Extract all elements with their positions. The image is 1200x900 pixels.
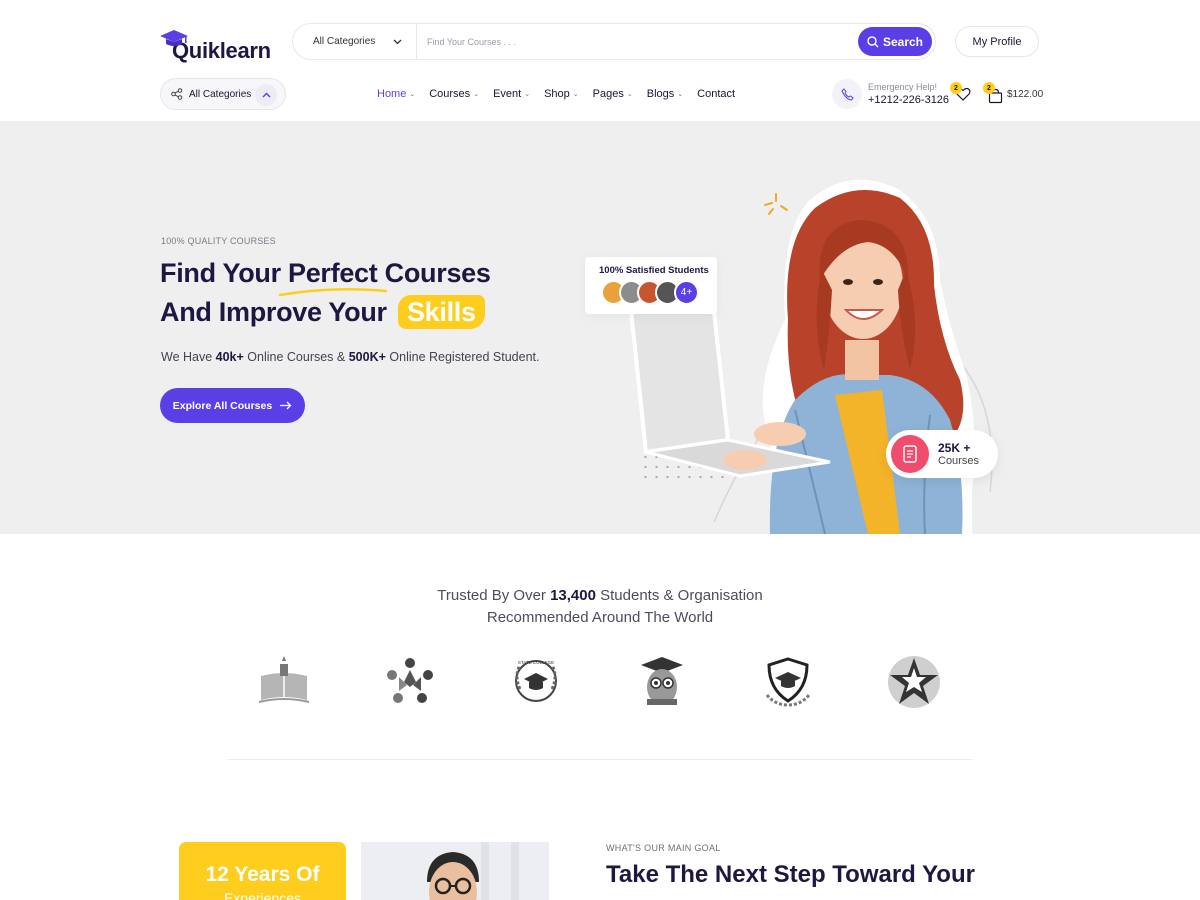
trusted-heading: Trusted By Over 13,400 Students & Organi… [0, 585, 1200, 629]
chevron-down-icon [393, 39, 402, 44]
emergency-label: Emergency Help! [868, 82, 938, 92]
star-badge-logo[interactable] [884, 654, 944, 710]
trusted-text: Trusted By Over [437, 587, 551, 604]
hero-title-text: Find Your [160, 258, 288, 288]
nav-shop-label: Shop [544, 88, 570, 100]
nav-event[interactable]: Event ⌄ [493, 88, 530, 100]
graduation-cap-icon [160, 30, 188, 46]
courses-count: 25K + [938, 441, 971, 455]
nav-contact[interactable]: Contact [697, 88, 735, 100]
share-nodes-icon [171, 88, 183, 100]
years-subtitle: Experiences [223, 890, 302, 900]
cart-button[interactable]: 2 $122.00 [983, 82, 1044, 105]
courses-label: Courses [938, 455, 979, 467]
trusted-count: 13,400 [550, 587, 596, 604]
my-profile-button[interactable]: My Profile [955, 26, 1039, 57]
chevron-down-icon: ⌄ [409, 91, 416, 98]
all-categories-label: All Categories [189, 88, 252, 100]
book-emblem-logo[interactable] [254, 654, 314, 710]
hero-subtitle-stat: 500K+ [348, 350, 386, 364]
hero-title-highlight-text: Perfect [288, 258, 378, 288]
nav-home[interactable]: Home ⌄ [377, 88, 415, 100]
wishlist-button[interactable]: 2 [950, 82, 972, 105]
hero-subtitle-text: Online Registered Student. [385, 350, 540, 364]
emergency-number: +1212-226-3126 [868, 94, 950, 106]
hero-subtitle: We Have 40k+ Online Courses & 500K+ Onli… [161, 350, 540, 364]
cart-count-badge: 2 [983, 82, 995, 94]
years-title: 12 Years Of [205, 863, 320, 886]
hero-title-text: Courses [377, 258, 491, 288]
hero-title-text: And Improve Your [160, 297, 394, 327]
owl-graduate-logo[interactable] [632, 654, 692, 710]
more-students-badge: 4+ [674, 280, 699, 305]
hero-title-highlight-perfect: Perfect [278, 254, 388, 297]
hero-tagline: 100% QUALITY COURSES [161, 236, 276, 246]
nav-courses[interactable]: Courses ⌄ [429, 88, 479, 100]
people-circle-logo[interactable] [380, 654, 440, 710]
hero-title: Find Your Perfect Courses And Improve Yo… [160, 254, 491, 332]
nav-blogs[interactable]: Blogs ⌄ [647, 88, 683, 100]
search-category-select[interactable]: All Categories [293, 24, 417, 59]
satisfied-title: 100% Satisfied Students [599, 265, 709, 276]
search-button-label: Search [882, 34, 924, 49]
trusted-text-line2: Recommended Around The World [486, 609, 714, 626]
cart-total: $122.00 [1007, 88, 1044, 100]
site-header: Quiklearn All Categories Search My Profi… [0, 0, 1200, 122]
shield-cap-logo[interactable] [758, 654, 818, 710]
main-nav: Home ⌄ Courses ⌄ Event ⌄ Shop ⌄ Pages ⌄ Blogs… [377, 88, 749, 100]
instructor-photo [361, 842, 549, 900]
explore-button-label: Explore All Courses [172, 399, 273, 412]
chevron-down-icon: ⌄ [626, 91, 633, 98]
search-bar: All Categories Search [292, 23, 936, 60]
nav-pages[interactable]: Pages ⌄ [593, 88, 633, 100]
nav-contact-label: Contact [697, 88, 736, 100]
student-with-laptop-image [625, 179, 975, 534]
courses-count-card: 25K + Courses [886, 430, 998, 478]
trusted-text: Students & Organisation [595, 587, 763, 604]
chevron-down-icon: ⌄ [677, 91, 684, 98]
hero-section: 100% QUALITY COURSES Find Your Perfect C… [0, 122, 1200, 534]
nav-home-label: Home [377, 88, 407, 100]
state-college-text: STATE COLLEGE [518, 660, 554, 665]
experience-card: 12 Years Of Experiences [179, 842, 346, 900]
instructor-image [361, 842, 549, 900]
all-categories-button[interactable]: All Categories [160, 78, 286, 110]
student-avatars: 4+ [601, 280, 699, 305]
phone-icon [832, 79, 862, 109]
state-college-logo[interactable]: STATE COLLEGE [506, 654, 566, 710]
chevron-down-icon: ⌄ [473, 91, 480, 98]
hero-title-highlight-skills: Skills [397, 295, 485, 329]
emergency-help[interactable]: Emergency Help! +1212-226-3126 [832, 79, 949, 109]
nav-pages-label: Pages [592, 88, 624, 100]
satisfied-students-card: 100% Satisfied Students 4+ [585, 257, 717, 314]
section-divider [228, 759, 972, 760]
wishlist-count-badge: 2 [950, 82, 962, 94]
chevron-up-icon [255, 84, 277, 106]
hero-subtitle-stat: 40k+ [215, 350, 244, 364]
chevron-down-icon: ⌄ [524, 91, 531, 98]
nav-blogs-label: Blogs [646, 88, 675, 100]
arrow-right-icon [280, 401, 292, 410]
hero-subtitle-text: Online Courses & [243, 350, 349, 364]
goal-tagline: WHAT'S OUR MAIN GOAL [606, 843, 721, 853]
hero-subtitle-text: We Have [161, 350, 216, 364]
explore-all-courses-button[interactable]: Explore All Courses [160, 388, 305, 423]
search-icon [867, 35, 879, 47]
nav-shop[interactable]: Shop ⌄ [544, 88, 579, 100]
search-category-label: All Categories [313, 36, 376, 47]
search-button[interactable]: Search [858, 27, 932, 56]
document-icon [891, 435, 929, 473]
chevron-down-icon: ⌄ [572, 91, 579, 98]
logo[interactable]: Quiklearn [160, 28, 271, 64]
nav-courses-label: Courses [429, 88, 471, 100]
underline-swoosh [278, 287, 388, 297]
nav-event-label: Event [493, 88, 522, 100]
partner-logos: STATE COLLEGE [254, 654, 944, 710]
goal-title: Take The Next Step Toward Your [606, 861, 975, 888]
